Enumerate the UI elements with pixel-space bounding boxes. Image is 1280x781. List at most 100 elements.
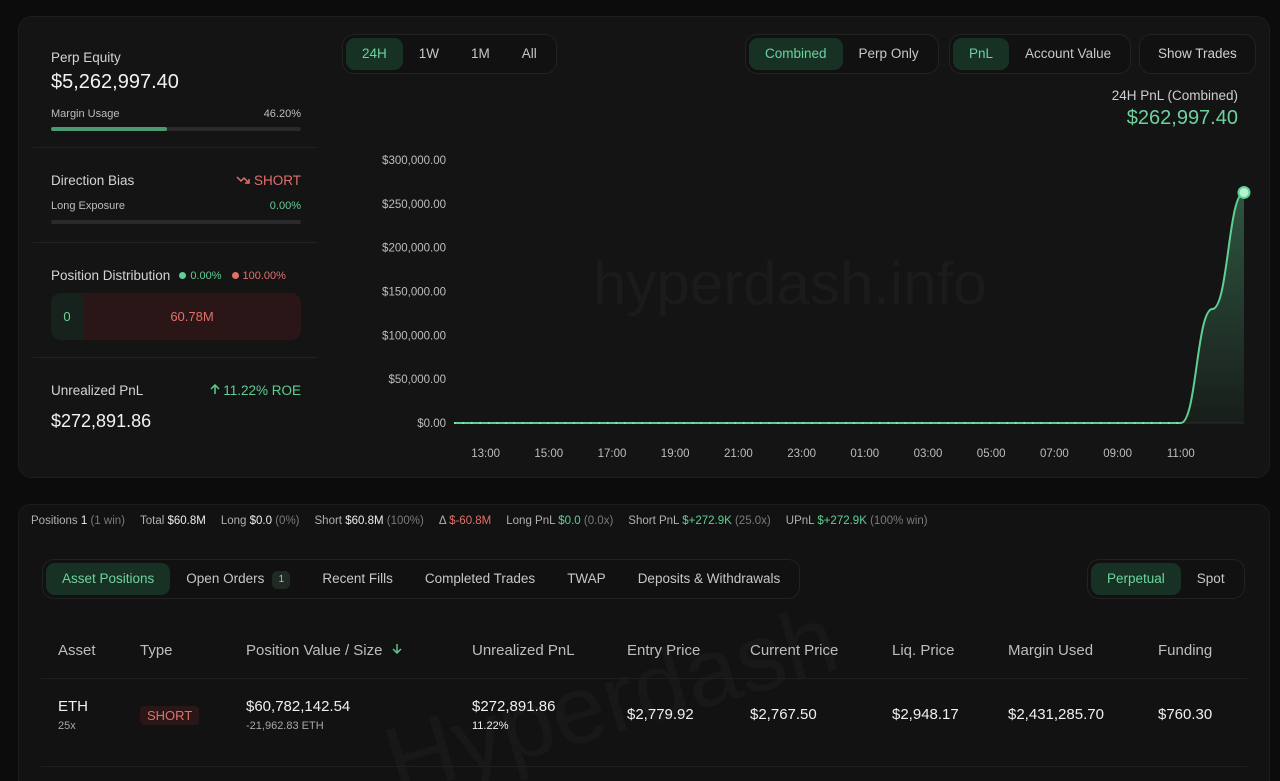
entry-price-cell: $2,779.92 (627, 706, 694, 723)
row-divider (41, 766, 1247, 767)
margin-usage-bar (51, 127, 301, 131)
position-distribution-bar: 0 60.78M (51, 293, 301, 340)
scope-tab-perp-only[interactable]: Perp Only (843, 38, 935, 70)
tab-recent-fills[interactable]: Recent Fills (306, 563, 409, 595)
column-header-position-value-size[interactable]: Position Value / Size (246, 642, 403, 659)
tab-asset-positions[interactable]: Asset Positions (46, 563, 171, 595)
y-tick-label: $200,000.00 (382, 243, 446, 255)
column-header-funding[interactable]: Funding (1158, 642, 1212, 659)
column-header-asset[interactable]: Asset (58, 642, 96, 659)
x-tick-label: 01:00 (850, 448, 879, 460)
range-tab-24h[interactable]: 24H (346, 38, 403, 70)
market-tab-spot[interactable]: Spot (1181, 563, 1241, 595)
position-distribution-label: Position Distribution (51, 268, 171, 283)
y-tick-label: $250,000.00 (382, 199, 446, 211)
dist-short-pct: 100.00% (242, 269, 286, 282)
column-header-unrealized-pnl[interactable]: Unrealized PnL (472, 642, 575, 659)
column-header-label: Margin Used (1008, 642, 1094, 659)
stat-note: (25.0x) (734, 514, 771, 527)
chart-header: 24H PnL (Combined) $262,997.40 (1112, 88, 1238, 130)
show-trades-button[interactable]: Show Trades (1139, 34, 1256, 74)
column-header-margin-used[interactable]: Margin Used (1008, 642, 1093, 659)
stat-upnl: UPnL $+272.9K (100% win) (786, 515, 928, 527)
y-tick-label: $300,000.00 (382, 155, 446, 167)
margin-usage-value: 46.20% (263, 108, 301, 120)
tab-completed-trades[interactable]: Completed Trades (409, 563, 551, 595)
divider (33, 357, 317, 358)
stat-note: (100%) (386, 514, 424, 527)
tab-label: Asset Positions (62, 571, 155, 586)
stat-short-pnl: Short PnL $+272.9K (25.0x) (628, 515, 770, 527)
stat-total: Total $60.8M (140, 515, 206, 527)
stat-value: $+272.9K (817, 514, 867, 527)
stat-short: Short $60.8M (100%) (315, 515, 424, 527)
stat-value: 1 (80, 514, 88, 527)
x-tick-label: 09:00 (1103, 448, 1132, 460)
stat-note: (0.0x) (583, 514, 614, 527)
column-header-liq-price[interactable]: Liq. Price (892, 642, 955, 659)
scope-tab-combined[interactable]: Combined (749, 38, 843, 70)
long-exposure-bar (51, 220, 301, 224)
time-range-tabs: 24H 1W 1M All (342, 34, 557, 74)
column-header-current-price[interactable]: Current Price (750, 642, 838, 659)
range-tab-label: 1M (471, 46, 490, 61)
x-tick-label: 07:00 (1040, 448, 1069, 460)
long-dot-icon (179, 272, 187, 279)
funding-cell: $760.30 (1158, 706, 1213, 723)
pnl-chart: $300,000.00 $250,000.00 $200,000.00 $150,00… (382, 155, 1251, 460)
tab-open-orders[interactable]: Open Orders 1 (170, 563, 306, 595)
stat-value: $0.0 (249, 514, 273, 527)
divider (33, 147, 317, 148)
y-tick-label: $100,000.00 (382, 330, 446, 342)
overview-card: Perp Equity $5,262,997.40 Margin Usage 4… (18, 16, 1270, 478)
roe-value: 11.22% ROE (223, 383, 301, 398)
range-tab-1w[interactable]: 1W (403, 38, 455, 70)
range-tab-1m[interactable]: 1M (455, 38, 506, 70)
metric-tab-label: Account Value (1025, 46, 1112, 61)
market-tabs: Perpetual Spot (1087, 559, 1245, 599)
market-tab-label: Perpetual (1107, 571, 1165, 586)
stat-value: $+272.9K (682, 514, 732, 527)
column-header-label: Liq. Price (892, 642, 955, 659)
x-tick-label: 15:00 (534, 448, 563, 460)
y-tick-label: $0.00 (417, 418, 446, 430)
trend-down-icon (236, 176, 250, 184)
tab-label: Recent Fills (322, 571, 393, 586)
stat-positions: Positions 1 (1 win) (31, 515, 125, 527)
x-tick-label: 11:00 (1167, 448, 1195, 460)
sort-desc-icon[interactable] (391, 643, 403, 655)
tab-label: Deposits & Withdrawals (637, 571, 781, 586)
range-tab-label: 24H (362, 46, 387, 61)
stat-label: Short PnL (628, 514, 683, 527)
short-dot-icon (231, 272, 239, 279)
market-tab-perpetual[interactable]: Perpetual (1091, 563, 1181, 595)
metric-tab-pnl[interactable]: PnL (953, 38, 1010, 70)
margin-usage-label: Margin Usage (51, 108, 120, 120)
stat-long-pnl: Long PnL $0.0 (0.0x) (506, 515, 613, 527)
stat-note: (0%) (275, 514, 300, 527)
column-header-label: Entry Price (627, 642, 701, 659)
stat-value: $60.8M (345, 514, 384, 527)
margin-usage-bar-fill (51, 127, 167, 131)
y-tick-label: $150,000.00 (382, 287, 446, 299)
column-header-type[interactable]: Type (140, 642, 173, 659)
column-header-entry-price[interactable]: Entry Price (627, 642, 700, 659)
latest-point (1237, 185, 1251, 199)
tab-label: Open Orders (186, 571, 265, 586)
x-tick-label: 17:00 (598, 448, 627, 460)
stat-label: Short (314, 514, 346, 527)
arrow-up-icon (210, 383, 220, 394)
column-header-label: Position Value / Size (246, 642, 383, 659)
metric-tab-account-value[interactable]: Account Value (1009, 38, 1127, 70)
positions-card: Hyperdash Asset Positions Open Orders 1 Rec… (18, 536, 1270, 781)
metric-tabs: PnL Account Value (949, 34, 1132, 74)
account-summary-panel: Perp Equity $5,262,997.40 Margin Usage 4… (19, 17, 335, 479)
direction-bias-label: Direction Bias (51, 173, 135, 188)
tab-twap[interactable]: TWAP (551, 563, 622, 595)
divider (33, 242, 317, 243)
x-tick-label: 13:00 (471, 448, 500, 460)
tab-deposits-withdrawals[interactable]: Deposits & Withdrawals (622, 563, 797, 595)
long-exposure-value: 0.00% (269, 200, 301, 212)
range-tab-all[interactable]: All (506, 38, 553, 70)
scope-tab-label: Perp Only (858, 46, 919, 61)
